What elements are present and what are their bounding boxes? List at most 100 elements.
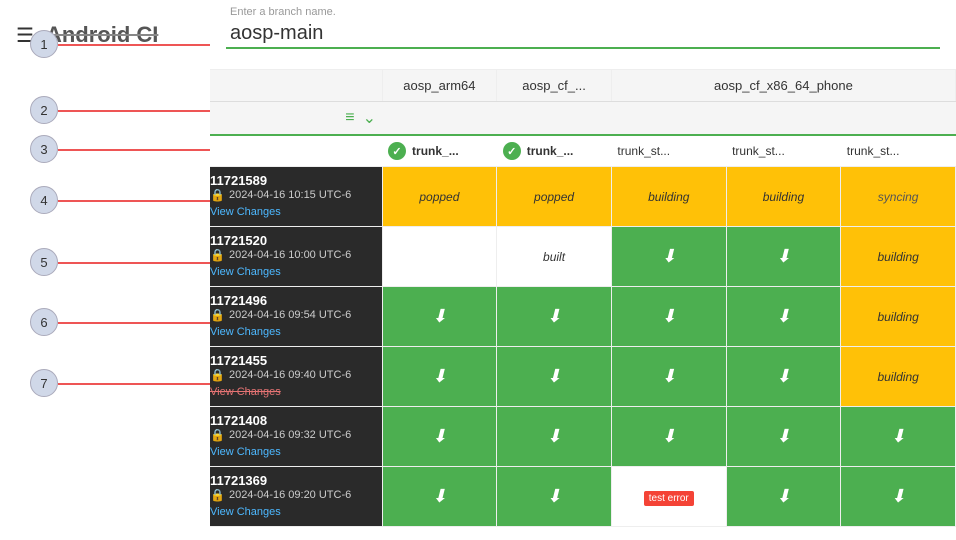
table-row: 11721369🔒 2024-04-16 09:20 UTC-6 View Chan… — [210, 467, 956, 527]
filter-cell-4 — [726, 102, 841, 136]
column-header-row: aosp_arm64 aosp_cf_... aosp_cf_x86_64_ph… — [210, 70, 956, 102]
status-cell: ⬇ — [382, 347, 497, 407]
download-icon[interactable]: ⬇ — [776, 486, 791, 506]
check-icon-1: ✓ — [388, 142, 406, 160]
view-changes-link[interactable]: View Changes — [210, 326, 281, 338]
arrow-3 — [58, 149, 210, 151]
status-cell: building — [611, 167, 726, 227]
filter-icon[interactable]: ≡ — [345, 109, 354, 127]
build-info-cell: 11721369🔒 2024-04-16 09:20 UTC-6 View Chan… — [210, 467, 382, 527]
status-cell: ⬇ — [841, 407, 956, 467]
branch-labels-row: ✓ trunk_... ✓ trunk_... trunk_st... — [210, 135, 956, 167]
annotation-5: 5 — [30, 248, 58, 276]
branch-label-cell-1: ✓ trunk_... — [382, 135, 497, 167]
table-row: 11721589🔒 2024-04-16 10:15 UTC-6 View Chan… — [210, 167, 956, 227]
build-id: 11721496 — [210, 293, 382, 308]
branch-input-wrap: Enter a branch name. — [226, 20, 940, 49]
status-cell: building — [726, 167, 841, 227]
build-date: 🔒2024-04-16 09:32 UTC-6 — [210, 428, 382, 442]
download-icon[interactable]: ⬇ — [547, 426, 562, 446]
status-text: building — [877, 370, 918, 384]
download-icon[interactable]: ⬇ — [547, 486, 562, 506]
status-text: building — [877, 250, 918, 264]
download-icon[interactable]: ⬇ — [547, 306, 562, 326]
build-id: 11721369 — [210, 473, 382, 488]
download-icon[interactable]: ⬇ — [432, 426, 447, 446]
view-changes-link[interactable]: View Changes — [210, 506, 281, 518]
download-icon[interactable]: ⬇ — [661, 246, 676, 266]
branch-label-4: trunk_st... — [732, 144, 785, 158]
status-cell: ⬇ — [497, 347, 612, 407]
lock-icon: 🔒 — [210, 428, 225, 442]
branch-label-3: trunk_st... — [617, 144, 670, 158]
status-cell: ⬇ — [726, 467, 841, 527]
status-cell: ⬇ — [382, 407, 497, 467]
status-cell: building — [841, 227, 956, 287]
sidebar: 1 2 3 4 5 6 7 ☰ Android CI — [0, 0, 210, 540]
download-icon[interactable]: ⬇ — [776, 246, 791, 266]
download-icon[interactable]: ⬇ — [661, 426, 676, 446]
lock-icon: 🔒 — [210, 188, 225, 202]
status-text: building — [648, 190, 689, 204]
branch-label-cell-3: trunk_st... — [611, 135, 726, 167]
status-cell: ⬇ — [382, 467, 497, 527]
download-icon[interactable]: ⬇ — [432, 486, 447, 506]
download-icon[interactable]: ⬇ — [661, 306, 676, 326]
status-cell: ⬇ — [726, 407, 841, 467]
date-text: 2024-04-16 09:40 UTC-6 — [229, 369, 351, 381]
arrow-5 — [58, 262, 210, 264]
download-icon[interactable]: ⬇ — [661, 366, 676, 386]
annotation-3: 3 — [30, 135, 58, 163]
build-date: 🔒2024-04-16 09:54 UTC-6 — [210, 308, 382, 322]
builds-tbody: 11721589🔒2024-04-16 10:15 UTC-6View Chan… — [210, 167, 956, 527]
status-cell — [382, 227, 497, 287]
table-row: 11721496🔒2024-04-16 09:54 UTC-6 View Chan… — [210, 287, 956, 347]
col-header-arm64: aosp_arm64 — [382, 70, 497, 102]
download-icon[interactable]: ⬇ — [776, 306, 791, 326]
view-changes-link[interactable]: View Changes — [210, 206, 281, 218]
test-error-badge: test error — [644, 491, 694, 506]
download-icon[interactable]: ⬇ — [776, 366, 791, 386]
lock-icon: 🔒 — [210, 488, 225, 502]
dropdown-arrow-icon[interactable]: ⌄ — [363, 108, 376, 128]
table-row: 11721408🔒2024-04-16 09:32 UTC-6View Chan… — [210, 407, 956, 467]
view-changes-link[interactable]: View Changes — [210, 386, 281, 398]
view-changes-link[interactable]: View Changes — [210, 266, 281, 278]
builds-table: aosp_arm64 aosp_cf_... aosp_cf_x86_64_ph… — [210, 70, 956, 527]
status-cell: ⬇ — [611, 287, 726, 347]
branch-placeholder: Enter a branch name. — [230, 6, 336, 18]
col-header-build — [210, 70, 382, 102]
sidebar-header: ☰ Android CI — [0, 0, 210, 70]
date-text: 2024-04-16 10:15 UTC-6 — [229, 189, 351, 201]
build-date: 🔒 2024-04-16 09:20 UTC-6 — [210, 488, 382, 502]
view-changes-link[interactable]: View Changes — [210, 446, 281, 458]
build-info-cell: 11721520🔒2024-04-16 10:00 UTC-6View Chan… — [210, 227, 382, 287]
branch-label-2: trunk_... — [527, 144, 574, 158]
download-icon[interactable]: ⬇ — [891, 486, 906, 506]
date-text: 2024-04-16 09:20 UTC-6 — [229, 489, 351, 501]
date-text: 2024-04-16 09:54 UTC-6 — [229, 309, 351, 321]
branch-label-1: trunk_... — [412, 144, 459, 158]
status-cell: popped — [382, 167, 497, 227]
status-cell: ⬇ — [497, 467, 612, 527]
status-text: popped — [419, 190, 459, 204]
download-icon[interactable]: ⬇ — [432, 306, 447, 326]
col-header-x86: aosp_cf_x86_64_phone — [611, 70, 955, 102]
download-icon[interactable]: ⬇ — [432, 366, 447, 386]
arrow-7 — [58, 383, 210, 385]
build-id: 11721589 — [210, 173, 382, 188]
build-info-cell: 11721496🔒2024-04-16 09:54 UTC-6 View Chan… — [210, 287, 382, 347]
download-icon[interactable]: ⬇ — [891, 426, 906, 446]
download-icon[interactable]: ⬇ — [776, 426, 791, 446]
status-cell: syncing — [841, 167, 956, 227]
filter-cell-2 — [497, 102, 612, 136]
status-cell: test error — [611, 467, 726, 527]
date-text: 2024-04-16 10:00 UTC-6 — [229, 249, 351, 261]
build-id: 11721455 — [210, 353, 382, 368]
arrow-4 — [58, 200, 210, 202]
status-cell: ⬇ — [611, 407, 726, 467]
branch-input[interactable] — [226, 20, 940, 49]
download-icon[interactable]: ⬇ — [547, 366, 562, 386]
branch-label-cell-5: trunk_st... — [841, 135, 956, 167]
filter-row: ≡ ⌄ — [210, 102, 956, 136]
